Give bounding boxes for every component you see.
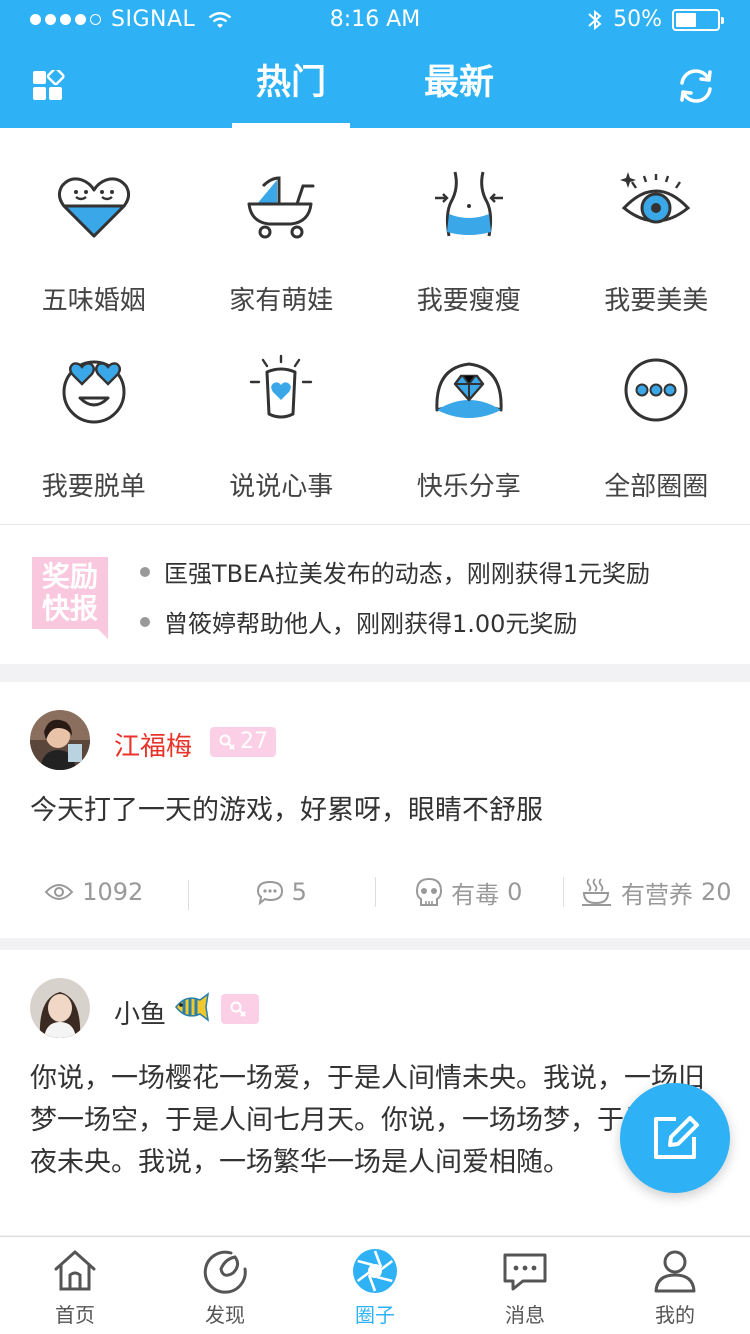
nav-circle[interactable]: 圈子: [300, 1237, 450, 1334]
feed-tabs: 热门 最新: [0, 58, 750, 128]
reward-item[interactable]: 曾筱婷帮助他人，刚刚获得1.00元奖励: [140, 604, 577, 639]
compose-button[interactable]: [620, 1083, 730, 1193]
eye-outline-icon: [44, 884, 74, 900]
toxic-stat[interactable]: 有毒 0: [375, 875, 563, 910]
toxic-count: 0: [507, 878, 523, 906]
aperture-icon: [353, 1249, 397, 1293]
nutrition-count: 20: [700, 878, 732, 906]
skull-icon: [416, 877, 443, 906]
reward-ticker[interactable]: 奖励 快报: [0, 524, 750, 664]
home-icon: [54, 1250, 96, 1291]
category-beauty[interactable]: 我要美美: [563, 136, 750, 322]
tab-latest[interactable]: 最新: [400, 58, 518, 128]
battery-percent: 50%: [613, 7, 662, 32]
heart-bulb-icon: [250, 354, 313, 419]
discover-icon: [203, 1250, 247, 1294]
status-bar: SIGNAL 8:16 AM 50%: [0, 0, 750, 40]
nav-profile[interactable]: 我的: [600, 1237, 750, 1334]
fish-emoji-icon: [175, 992, 210, 1022]
waist-icon: [434, 171, 503, 237]
post-card[interactable]: 江福梅 27 今天打了一天的游戏，好累呀，眼睛不舒服 1092 5 有毒 0 有…: [0, 682, 750, 938]
avatar[interactable]: [30, 710, 90, 770]
header: SIGNAL 8:16 AM 50% 热门 最新: [0, 0, 750, 128]
category-grid: 五味婚姻 家有萌娃 我要瘦瘦 我要美美 我要脱单 说说心事 快乐分享 全部圈圈: [0, 128, 750, 524]
more-icon: [624, 358, 688, 422]
eye-icon: [620, 172, 691, 224]
avatar[interactable]: [30, 978, 90, 1038]
battery-icon: [672, 8, 724, 31]
gender-level-badge: [221, 994, 259, 1024]
toxic-label: 有毒: [451, 880, 500, 909]
username[interactable]: 小鱼: [114, 994, 166, 1031]
post-text: 今天打了一天的游戏，好累呀，眼睛不舒服: [30, 795, 543, 826]
stroller-icon: [247, 176, 315, 239]
nav-discover[interactable]: 发现: [150, 1237, 300, 1334]
nav-home[interactable]: 首页: [0, 1237, 150, 1334]
nav-label: 发现: [205, 1303, 245, 1327]
couple-heart-icon: [57, 177, 130, 238]
category-marriage[interactable]: 五味婚姻: [0, 136, 188, 322]
status-right: 50%: [587, 7, 724, 32]
tab-hot[interactable]: 热门: [231, 58, 351, 128]
coffee-cup-icon: [581, 878, 611, 906]
female-icon: [219, 734, 235, 750]
post-stats: 1092 5 有毒 0 有营养 20: [0, 868, 750, 916]
category-slim[interactable]: 我要瘦瘦: [375, 136, 563, 322]
diamond-icon: [435, 362, 503, 418]
category-single[interactable]: 我要脱单: [0, 322, 188, 508]
nav-label: 我的: [655, 1303, 695, 1327]
nav-messages[interactable]: 消息: [450, 1237, 600, 1334]
nutrition-stat[interactable]: 有营养 20: [562, 875, 750, 910]
reward-badge-line1: 奖励: [41, 560, 98, 593]
views-count: 1092: [82, 878, 144, 906]
category-label: 五味婚姻: [41, 286, 146, 316]
nutrition-label: 有营养: [620, 880, 693, 909]
category-label: 全部圈圈: [604, 472, 709, 502]
comments-count: 5: [291, 878, 307, 906]
battery-level: [676, 12, 696, 27]
message-icon: [503, 1253, 547, 1291]
views-stat: 1092: [0, 878, 188, 906]
reward-item[interactable]: 匡强TBEA拉美发布的动态，刚刚获得1元奖励: [140, 554, 650, 589]
bottom-nav: 首页 发现 圈子 消息 我的: [0, 1236, 750, 1334]
reward-badge-line2: 快报: [41, 592, 98, 625]
gender-level-badge: 27: [210, 727, 276, 757]
category-label: 家有萌娃: [229, 286, 334, 316]
bluetooth-icon: [588, 9, 602, 30]
username[interactable]: 江福梅: [114, 726, 192, 763]
post-card[interactable]: 小鱼 你说，一场樱花一场爱，于是人间情未央。我说，一场旧梦一场空，于是人间七月天…: [0, 950, 750, 1235]
nav-label: 消息: [505, 1303, 545, 1327]
app-root: SIGNAL 8:16 AM 50% 热门 最新 五味婚姻 家有萌娃 我要瘦瘦 …: [0, 0, 750, 1334]
nav-label: 首页: [55, 1303, 95, 1327]
edit-icon: [654, 1116, 699, 1159]
category-label: 我要美美: [604, 286, 709, 316]
profile-icon: [654, 1250, 696, 1293]
category-label: 说说心事: [229, 472, 334, 502]
category-mood[interactable]: 说说心事: [188, 322, 376, 508]
category-label: 快乐分享: [416, 472, 521, 502]
category-all[interactable]: 全部圈圈: [563, 322, 750, 508]
category-baby[interactable]: 家有萌娃: [188, 136, 376, 322]
comments-stat[interactable]: 5: [187, 878, 376, 910]
level-number: 27: [240, 729, 268, 754]
nav-label: 圈子: [355, 1303, 395, 1327]
category-share[interactable]: 快乐分享: [375, 322, 563, 508]
female-icon: [230, 1001, 246, 1017]
category-label: 我要脱单: [41, 472, 146, 502]
love-eyes-icon: [62, 360, 126, 424]
reward-badge: 奖励 快报: [32, 557, 108, 639]
comment-icon: [256, 880, 283, 905]
category-label: 我要瘦瘦: [416, 286, 521, 316]
refresh-icon[interactable]: [676, 66, 716, 106]
